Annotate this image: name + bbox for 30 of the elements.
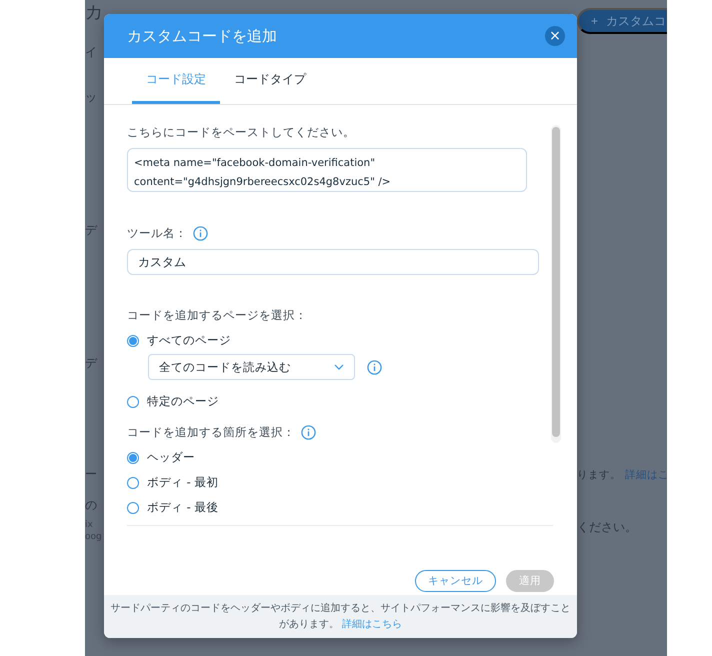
name-field[interactable]: カスタム (127, 249, 539, 275)
scrollbar[interactable] (551, 125, 561, 443)
tab[interactable]: コードタイプ (220, 58, 320, 104)
radio-option[interactable]: ヘッダー (127, 450, 539, 465)
radio-option[interactable]: 特定のページ (127, 394, 539, 409)
close-button[interactable]: × (545, 26, 565, 46)
radio-option[interactable]: ボディ - 最後 (127, 500, 539, 515)
load-dropdown[interactable]: 全てのコードを読み込む (148, 354, 355, 380)
chevron-icon (334, 364, 344, 370)
field-label: ツール名： (127, 226, 187, 241)
page-text: ッ (85, 89, 98, 106)
field-label: こちらにコードをペーストしてください。 (127, 125, 356, 140)
page-text: デ (85, 222, 98, 239)
page-text: ください。 (577, 519, 638, 536)
page-text: イ (85, 44, 98, 61)
page-text: の (85, 497, 98, 514)
page-text: カ (85, 1, 104, 25)
radio-option[interactable]: すべてのページ (127, 333, 539, 348)
dialog-title: カスタムコードを追加 (127, 26, 277, 46)
notice-text: ります。 (577, 468, 621, 482)
section-label: コードを追加するページを選択： (127, 308, 308, 323)
footer-text: サードパーティのコードをヘッダーやボディに追加すると、サイトパフォーマンスに影響を及ぼすことがあります。 詳細はこちら (110, 602, 572, 632)
section-label: コードを追加する箇所を選択： (127, 425, 295, 440)
page-text: デ (85, 355, 98, 372)
info-icon[interactable] (367, 360, 382, 374)
code-field[interactable]: <meta name="facebook-domain-verification" content="g4dhsjgn9rbereecsxc02s4g8vzuc5" /> (127, 148, 527, 192)
radio-option[interactable]: ボディ - 最初 (127, 475, 539, 490)
info-icon[interactable] (193, 226, 208, 241)
page-text: ー (85, 466, 98, 483)
info-icon[interactable] (301, 425, 316, 440)
